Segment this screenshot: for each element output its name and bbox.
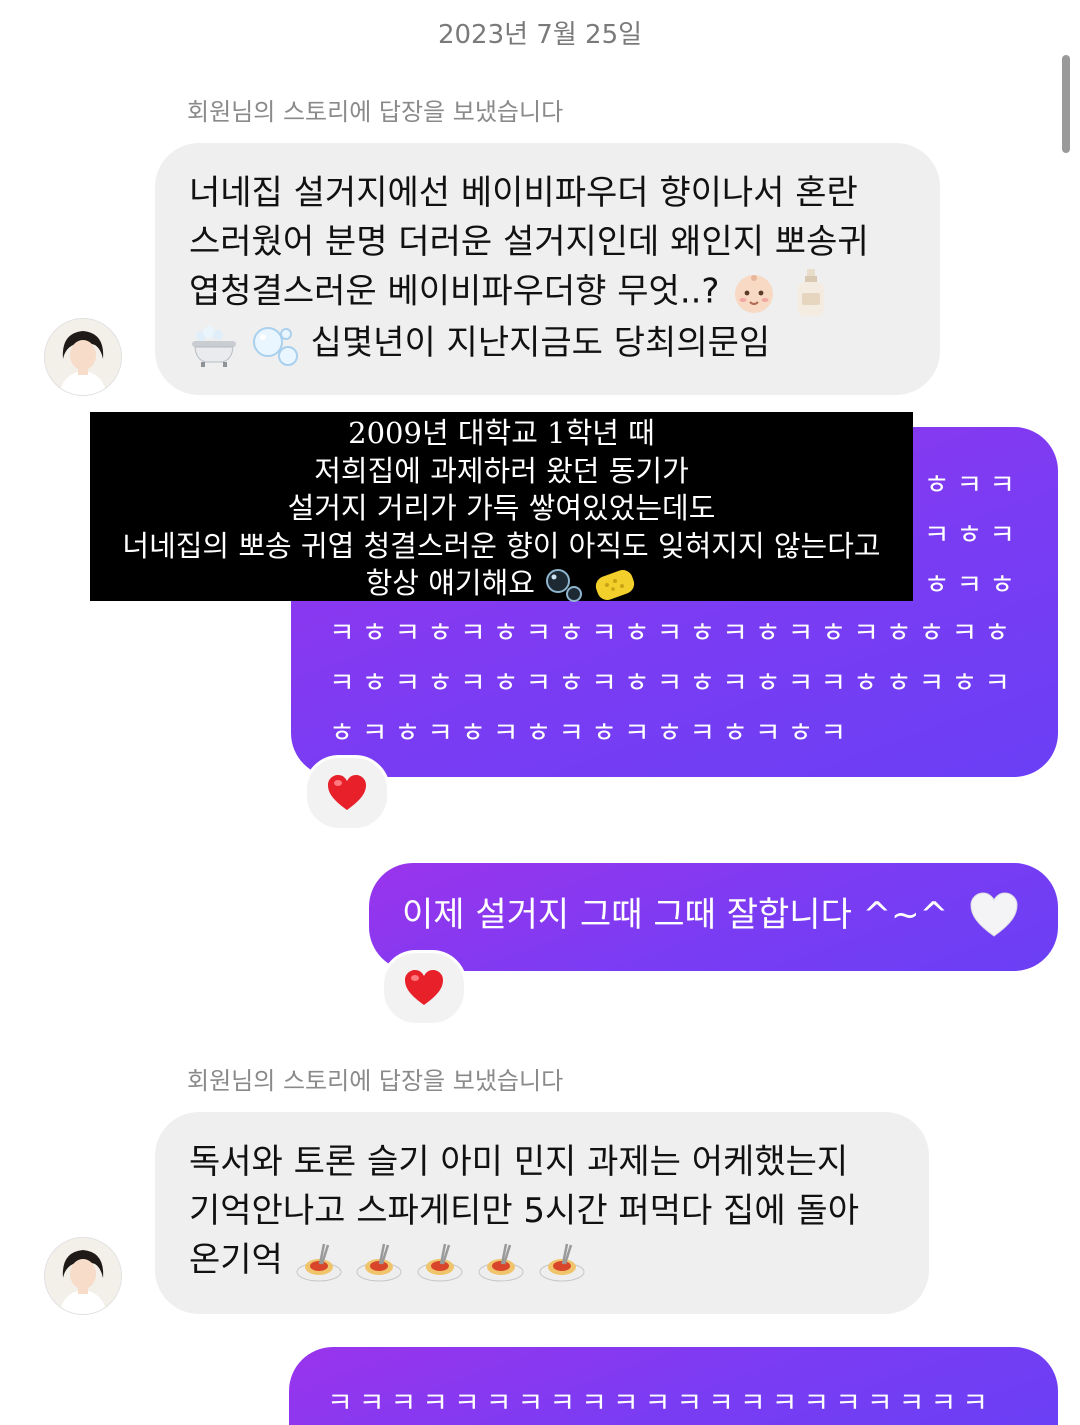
- spaghetti-icon: [539, 1243, 585, 1281]
- date-divider: 2023년 7월 25일: [437, 20, 643, 50]
- caption-line: 저희집에 과제하러 왔던 동기가: [314, 453, 689, 488]
- message-text-line: 스러웠어 분명 더러운 설거지인데 왜인지 뽀송귀: [189, 222, 869, 262]
- caption-line: 너네집의 뽀송 귀엽 청결스러운 향이 아직도 잊혀지지 않는다고: [122, 528, 881, 563]
- caption-line: 설거지 거리가 가득 쌓여있었는데도: [287, 491, 716, 525]
- spaghetti-icon: [478, 1243, 524, 1281]
- caption-text: 항상 얘기해요: [365, 566, 535, 600]
- message-text: 십몇년이 지난지금도 당최의문임: [310, 323, 771, 363]
- reaction-badge[interactable]: [381, 950, 467, 1026]
- message-text-line: 십몇년이 지난지금도 당최의문임: [189, 319, 906, 368]
- reaction-badge[interactable]: [304, 755, 390, 831]
- spaghetti-icon: [417, 1243, 463, 1281]
- caption-line: 2009년 대학교 1학년 때: [348, 416, 655, 450]
- message-text-line: 이제 설거지 그때 그때 잘합니다 ^~^: [402, 893, 948, 937]
- incoming-message-bubble[interactable]: 너네집 설거지에선 베이비파우더 향이나서 혼란 스러웠어 분명 더러운 설거지…: [155, 143, 940, 395]
- lotion-bottle-icon: [798, 269, 825, 316]
- profile-photo-icon: [45, 319, 121, 395]
- message-text-line: ㅋㅎㅋ: [923, 518, 1022, 551]
- message-text-line: 엽청결스러운 베이비파우더향 무엇..?: [189, 267, 906, 319]
- message-text-line: ㅋㅋㅋㅋㅋㅋㅋㅋㅋㅋㅋㅋㅋㅋㅋㅋㅋㅋㅋㅋㅋ: [327, 1386, 994, 1419]
- avatar[interactable]: [44, 318, 122, 396]
- scrollbar[interactable]: [1062, 55, 1070, 153]
- caption-overlay: 2009년 대학교 1학년 때 저희집에 과제하러 왔던 동기가 설거지 거리가…: [90, 412, 913, 603]
- emoji-row: [294, 1240, 587, 1281]
- message-text-line: ㅎㅋㅋ: [923, 468, 1022, 501]
- bathtub-icon: [192, 325, 236, 367]
- avatar[interactable]: [44, 1237, 122, 1315]
- message-text-line: ㅋㅎㅋㅎㅋㅎㅋㅎㅋㅎㅋㅎㅋㅎㅋㅎㅋㅎㅎㅋㅎ: [329, 616, 1017, 649]
- caption-line: 항상 얘기해요: [90, 565, 913, 603]
- bubbles-icon: [252, 326, 298, 366]
- message-text-line: 너네집 설거지에선 베이비파우더 향이나서 혼란: [189, 173, 858, 213]
- message-text: 이제 설거지 그때 그때 잘합니다 ^~^: [402, 895, 949, 935]
- profile-photo-icon: [45, 1238, 121, 1314]
- white-heart-icon: [970, 892, 1018, 937]
- spaghetti-icon: [296, 1243, 342, 1281]
- bubbles-icon: [546, 569, 583, 602]
- message-text-line: ㅋㅎㅋㅎㅋㅎㅋㅎㅋㅎㅋㅎㅋㅎㅋㅋㅎㅎㅋㅎㅋ: [329, 666, 1017, 699]
- outgoing-message-bubble[interactable]: 이제 설거지 그때 그때 잘합니다 ^~^: [369, 863, 1058, 971]
- message-text: 온기억: [189, 1240, 283, 1280]
- message-text-line: ㅎㅋㅎ: [923, 568, 1022, 601]
- incoming-message-bubble[interactable]: 독서와 토론 슬기 아미 민지 과제는 어케했는지 기억안나고 스파게티만 5시…: [155, 1112, 929, 1314]
- heart-icon: [328, 775, 366, 810]
- message-text-line: ㅎㅋㅎㅋㅎㅋㅎㅋㅎㅋㅎㅋㅎㅋㅎㅋ: [329, 716, 854, 749]
- message-text-line: 온기억: [189, 1236, 895, 1285]
- message-text-line: 독서와 토론 슬기 아미 민지 과제는 어케했는지: [189, 1142, 849, 1182]
- spaghetti-icon: [356, 1243, 402, 1281]
- message-text: 엽청결스러운 베이비파우더향 무엇..?: [189, 271, 720, 312]
- story-reply-note: 회원님의 스토리에 답장을 보냈습니다: [187, 1067, 564, 1095]
- message-text-line: 기억안나고 스파게티만 5시간 퍼먹다 집에 돌아: [189, 1191, 859, 1231]
- baby-face-icon: [735, 275, 774, 313]
- outgoing-message-bubble[interactable]: ㅋㅋㅋㅋㅋㅋㅋㅋㅋㅋㅋㅋㅋㅋㅋㅋㅋㅋㅋㅋㅋ: [289, 1347, 1058, 1425]
- story-reply-note: 회원님의 스토리에 답장을 보냈습니다: [187, 98, 564, 126]
- heart-icon: [405, 970, 443, 1005]
- sponge-icon: [596, 570, 635, 600]
